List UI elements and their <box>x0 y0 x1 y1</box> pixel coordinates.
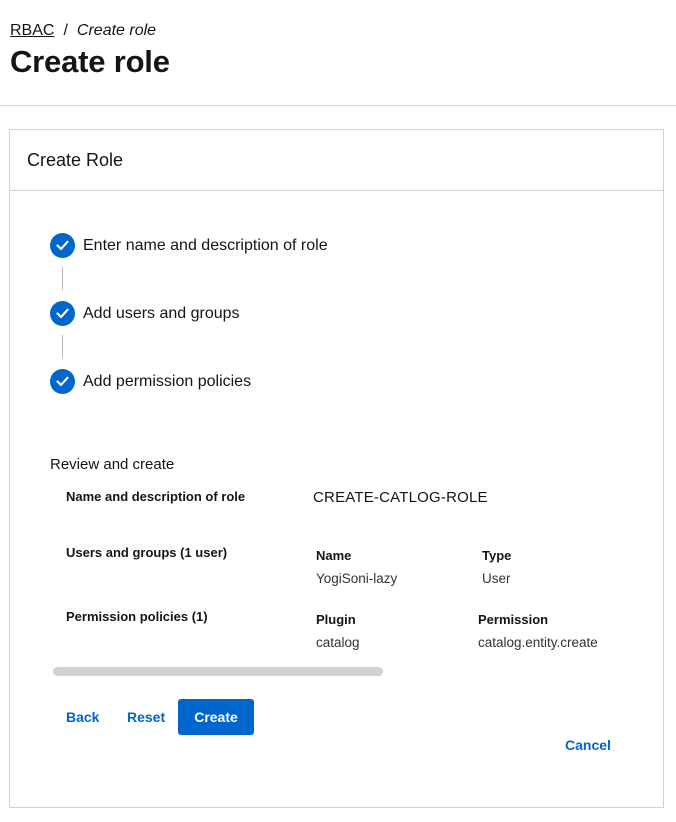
cancel-button[interactable]: Cancel <box>565 737 611 753</box>
card-title: Create Role <box>10 130 663 191</box>
user-name-cell: YogiSoni-lazy <box>316 571 398 586</box>
page-title: Create role <box>10 44 170 79</box>
step-1-label: Enter name and description of role <box>83 236 328 254</box>
name-description-label: Name and description of role <box>66 489 246 504</box>
users-col-name: Name <box>316 548 352 563</box>
step-3: Add permission policies <box>50 369 251 394</box>
step-connector <box>62 267 63 290</box>
role-name-value: CREATE-CATLOG-ROLE <box>313 489 488 506</box>
users-col-type: Type <box>482 548 512 563</box>
step-2: Add users and groups <box>50 301 240 326</box>
review-title: Review and create <box>50 456 175 473</box>
policies-col-plugin: Plugin <box>316 612 356 627</box>
create-role-card: Create Role Enter name and description o… <box>9 129 664 808</box>
policy-permission-cell: catalog.entity.create <box>478 635 598 650</box>
users-groups-label: Users and groups (1 user) <box>66 545 228 560</box>
policy-plugin-cell: catalog <box>316 635 360 650</box>
page-header: RBAC / Create role Create role <box>0 0 676 106</box>
reset-button[interactable]: Reset <box>127 709 165 725</box>
check-circle-icon <box>50 369 75 394</box>
back-button[interactable]: Back <box>66 709 99 725</box>
step-1: Enter name and description of role <box>50 233 328 258</box>
step-2-label: Add users and groups <box>83 304 240 322</box>
user-type-cell: User <box>482 571 511 586</box>
check-circle-icon <box>50 233 75 258</box>
policies-col-permission: Permission <box>478 612 549 627</box>
step-connector <box>62 335 63 358</box>
step-3-label: Add permission policies <box>83 372 252 390</box>
breadcrumb-separator: / <box>63 22 68 39</box>
check-circle-icon <box>50 301 75 326</box>
horizontal-scrollbar[interactable] <box>53 667 383 676</box>
breadcrumb-current: Create role <box>76 22 157 39</box>
permission-policies-label: Permission policies (1) <box>66 609 208 624</box>
breadcrumb: RBAC / Create role <box>10 22 156 40</box>
breadcrumb-link-rbac[interactable]: RBAC <box>10 22 54 40</box>
create-button[interactable]: Create <box>178 699 254 735</box>
